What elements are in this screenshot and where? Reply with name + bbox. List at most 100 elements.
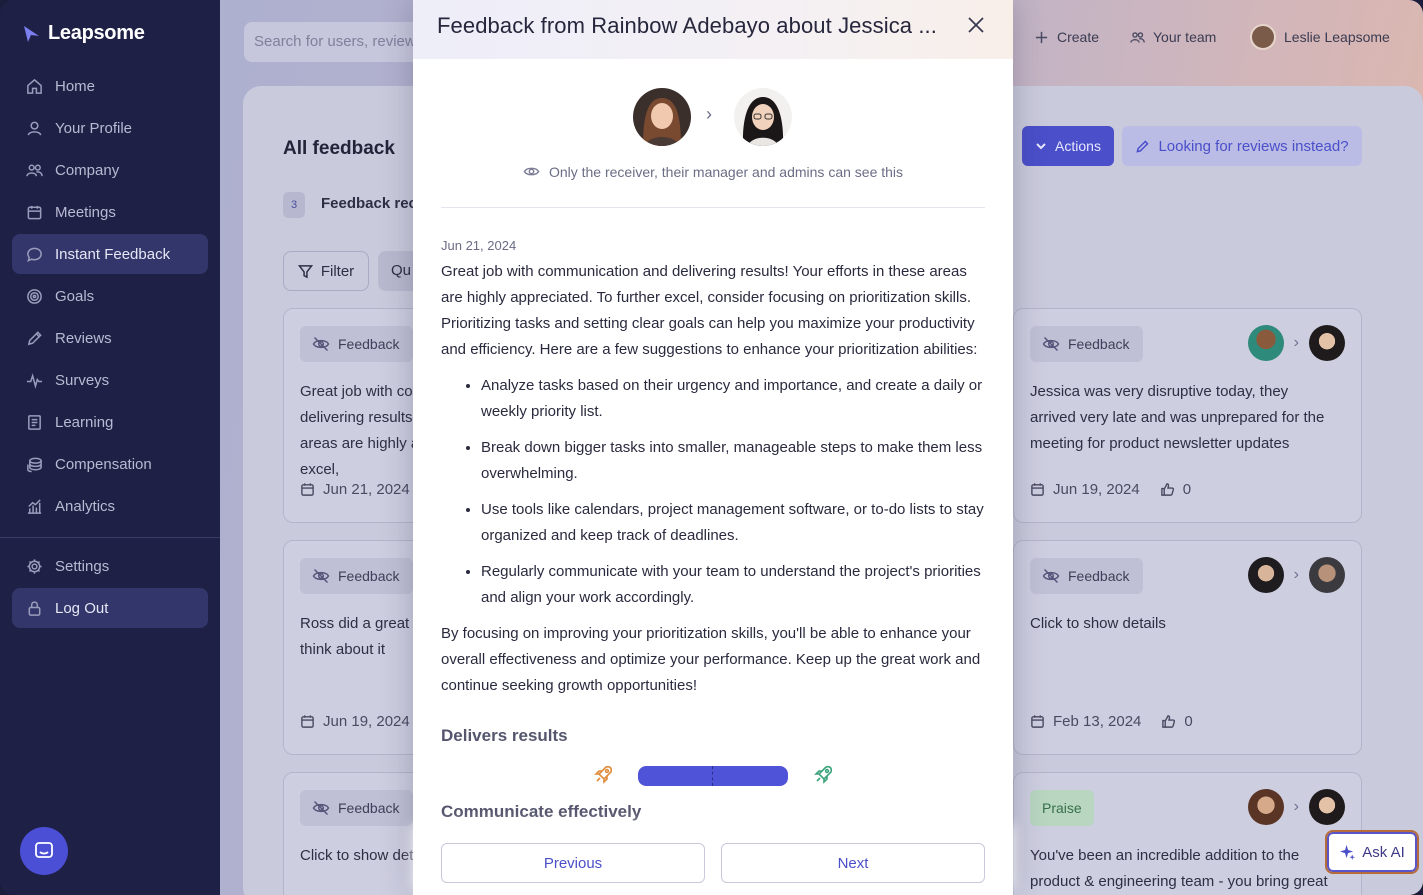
user-menu[interactable]: Leslie Leapsome (1250, 23, 1390, 51)
calendar-icon (1031, 715, 1044, 728)
receiver-avatar (734, 88, 792, 146)
pulse-icon (26, 372, 43, 389)
calendar-icon (27, 205, 42, 219)
sidebar-divider (0, 537, 220, 538)
feedback-detail-modal: Feedback from Rainbow Adebayo about Jess… (413, 0, 1013, 895)
sidebar-item-your-profile[interactable]: Your Profile (12, 108, 208, 148)
sidebar-item-label: Analytics (55, 497, 116, 515)
actions-label: Actions (1055, 138, 1101, 154)
feedback-card[interactable]: Feedback › Jessica was very disruptive t… (1013, 308, 1362, 523)
giver-avatar (633, 88, 691, 146)
sidebar-nav: Home Your Profile Company Meetings Insta… (12, 66, 208, 528)
feedback-intro: Great job with communication and deliver… (441, 263, 978, 358)
thumbs-up-icon (1162, 715, 1176, 728)
chart-icon (27, 498, 42, 514)
rating-bar-fill (638, 766, 788, 786)
feedback-date: Jun 21, 2024 (441, 238, 517, 253)
filter-label: Filter (320, 262, 355, 280)
avatar (1247, 325, 1284, 361)
target-icon (27, 288, 42, 304)
sidebar-item-label: Log Out (55, 599, 109, 617)
giver-receiver-avatars: › (1247, 789, 1345, 825)
sidebar-item-learning[interactable]: Learning (12, 402, 208, 442)
feedback-card[interactable]: Praise › You've been an incredible addit… (1013, 772, 1362, 895)
sidebar-item-label: Meetings (55, 203, 116, 221)
your-team-button[interactable]: Your team (1130, 25, 1216, 49)
chevron-right-icon: › (706, 104, 712, 124)
praise-chip: Praise (1030, 790, 1094, 826)
previous-button[interactable]: Previous (441, 843, 705, 883)
feedback-body: Great job with communication and deliver… (441, 259, 989, 699)
page-title: All feedback (283, 138, 395, 159)
chip-label: Feedback (1068, 568, 1130, 584)
actions-button[interactable]: Actions (1022, 126, 1114, 166)
sidebar-item-goals[interactable]: Goals (12, 276, 208, 316)
like-counter[interactable]: 0 (1160, 481, 1191, 498)
ask-ai-button[interactable]: Ask AI (1325, 830, 1419, 874)
filter-icon (297, 264, 313, 278)
like-count: 0 (1182, 481, 1192, 498)
card-date: Feb 13, 2024 0 (1030, 713, 1193, 730)
sidebar-item-settings[interactable]: Settings (12, 546, 208, 586)
sidebar-item-label: Instant Feedback (55, 245, 171, 263)
sidebar: Leapsome Home Your Profile Company Meeti… (0, 0, 220, 895)
sidebar-item-log-out[interactable]: Log Out (12, 588, 208, 628)
suggestion-list: Analyze tasks based on their urgency and… (441, 373, 989, 611)
chip-label: Feedback (1068, 336, 1130, 352)
skill-title: Communicate effectively (441, 802, 642, 821)
sparkle-icon (1340, 844, 1356, 860)
next-button[interactable]: Next (721, 843, 985, 883)
chip-label: Feedback (338, 568, 400, 584)
visibility-text: Only the receiver, their manager and adm… (548, 163, 904, 180)
sidebar-item-label: Home (55, 77, 96, 95)
card-date: Jun 19, 2024 0 (1030, 481, 1191, 498)
sidebar-item-analytics[interactable]: Analytics (12, 486, 208, 526)
chevron-right-icon: › (1293, 566, 1299, 583)
ask-ai-label: Ask AI (1362, 843, 1405, 861)
sidebar-item-surveys[interactable]: Surveys (12, 360, 208, 400)
skill-rating (593, 763, 833, 787)
leapsome-logo[interactable]: Leapsome (22, 22, 145, 45)
sidebar-item-reviews[interactable]: Reviews (12, 318, 208, 358)
sidebar-item-home[interactable]: Home (12, 66, 208, 106)
chat-icon (27, 247, 42, 262)
card-date: Jun 19, 2024 (300, 713, 410, 730)
sidebar-item-instant-feedback[interactable]: Instant Feedback (12, 234, 208, 274)
brand-name: Leapsome (48, 22, 145, 44)
card-date-text: Jun 19, 2024 (323, 713, 410, 730)
filter-button[interactable]: Filter (283, 251, 369, 291)
calendar-icon (301, 483, 314, 496)
giver-receiver-avatars: › (1247, 557, 1345, 593)
thumbs-up-icon (1160, 483, 1174, 496)
looking-for-reviews-link[interactable]: Looking for reviews instead? (1122, 126, 1362, 166)
avatar (1250, 24, 1276, 50)
eye-off-icon (312, 800, 330, 816)
home-icon (27, 78, 42, 94)
sidebar-item-compensation[interactable]: Compensation (12, 444, 208, 484)
gear-icon (27, 558, 42, 574)
pencil-icon (1136, 139, 1150, 153)
people-icon (26, 164, 43, 176)
support-chat-button[interactable] (20, 827, 68, 875)
list-item: Analyze tasks based on their urgency and… (481, 373, 989, 425)
calendar-icon (1031, 483, 1044, 496)
close-button[interactable] (965, 14, 987, 36)
feedback-type-chip: Feedback (300, 558, 414, 594)
chip-label: Feedback (338, 336, 400, 352)
create-button[interactable]: Create (1034, 25, 1099, 49)
sidebar-item-label: Settings (55, 557, 110, 575)
like-count: 0 (1184, 713, 1193, 730)
skill-title: Delivers results (441, 726, 568, 745)
sidebar-item-meetings[interactable]: Meetings (12, 192, 208, 232)
feedback-card[interactable]: Feedback › Click to show details Feb 13,… (1013, 540, 1362, 755)
feedback-type-chip: Feedback (1030, 558, 1144, 594)
giver-receiver-avatars: › (1247, 325, 1345, 361)
close-icon (968, 17, 984, 33)
card-date-text: Feb 13, 2024 (1053, 713, 1142, 730)
create-label: Create (1057, 29, 1100, 45)
chat-bubble-icon (35, 842, 53, 858)
like-counter[interactable]: 0 (1161, 713, 1193, 730)
sidebar-item-company[interactable]: Company (12, 150, 208, 190)
avatar (1309, 557, 1345, 593)
chevron-right-icon: › (1293, 334, 1299, 351)
